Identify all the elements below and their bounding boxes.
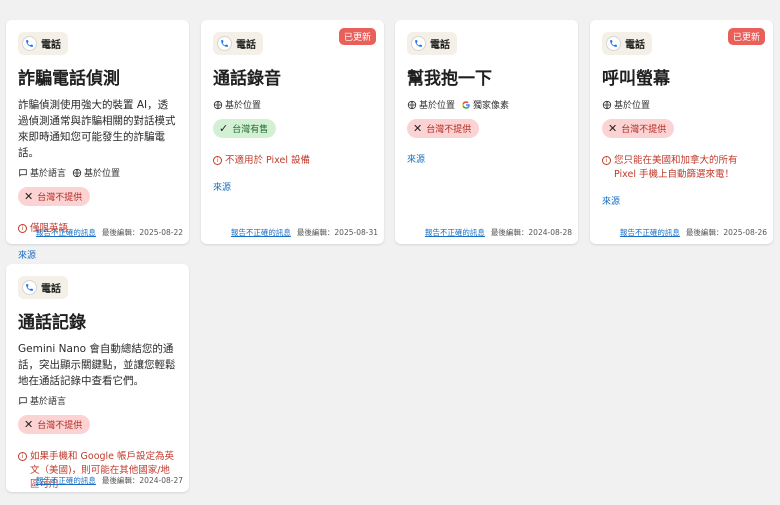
phone-app-icon [607,37,620,50]
card-description: 詐騙偵測使用強大的裝置 AI，透過偵測通常與詐騙相關的對話模式來即時通知您可能發… [18,99,176,159]
last-edited: 最後編輯：2024-08-27 [101,476,183,485]
x-icon: ✕ [608,121,618,135]
tag-pixel-exclusive: 獨家像素 [461,98,509,111]
google-g-icon [462,100,470,109]
x-icon: ✕ [413,121,423,135]
feature-card-call-screen: 已更新 電話 呼叫螢幕 基於位置 ✕ 台灣不提供 i 您只能在美國和加拿大的所有 P… [590,20,773,244]
last-edited: 最後編輯：2025-08-22 [101,228,183,237]
last-edited: 最後編輯：2025-08-26 [685,228,767,237]
x-icon: ✕ [24,417,34,431]
tag-location: 基於位置 [602,98,650,111]
report-link[interactable]: 報告不正確的訊息 [231,228,291,237]
app-chip: 電話 [18,276,68,299]
card-tags: 基於位置 獨家像素 [407,98,566,111]
availability-badge: ✕ 台灣不提供 [602,119,675,138]
card-title: 詐騙電話偵測 [18,69,120,89]
source-link[interactable]: 來源 [213,180,372,193]
app-chip: 電話 [602,32,652,55]
card-title: 呼叫螢幕 [602,69,670,89]
phone-app-icon [23,281,36,294]
card-tags: 基於語言 [18,394,177,407]
tag-language: 基於語言 [18,166,66,179]
card-title: 通話記錄 [18,313,86,333]
last-edited: 最後編輯：2025-08-31 [296,228,378,237]
report-link[interactable]: 報告不正確的訊息 [36,476,96,485]
globe-icon [602,100,612,109]
card-footer: 報告不正確的訊息 最後編輯：2025-08-31 [231,227,378,238]
card-title: 幫我抱一下 [407,69,492,89]
feature-card-call-notes: 電話 通話記錄 Gemini Nano 會自動總結您的通話，突出顯示關鍵點，並讓… [6,264,189,492]
report-link[interactable]: 報告不正確的訊息 [425,228,485,237]
app-chip-label: 電話 [41,40,61,51]
source-link[interactable]: 來源 [602,194,761,207]
phone-app-icon [218,37,231,50]
card-footer: 報告不正確的訊息 最後編輯：2025-08-22 [36,227,183,238]
tag-location: 基於位置 [213,98,261,111]
app-chip-label: 電話 [41,284,61,295]
source-link[interactable]: 來源 [18,248,177,261]
availability-badge: ✕ 台灣不提供 [18,415,91,434]
globe-icon [213,100,223,109]
info-icon: i [18,224,27,233]
source-link[interactable]: 來源 [407,152,566,165]
card-tags: 基於語言 基於位置 [18,166,177,179]
check-icon: ✓ [219,121,229,135]
card-note: i 您只能在美國和加拿大的所有 Pixel 手機上自動篩選來電！ [602,154,761,182]
availability-badge: ✕ 台灣不提供 [407,119,480,138]
last-edited: 最後編輯：2024-08-28 [490,228,572,237]
card-footer: 報告不正確的訊息 最後編輯：2024-08-28 [425,227,572,238]
card-description: Gemini Nano 會自動總結您的通話，突出顯示關鍵點，並讓您輕鬆地在通話記… [18,343,176,387]
speech-bubble-icon [19,168,27,177]
phone-app-icon [412,37,425,50]
feature-card-call-recording: 已更新 電話 通話錄音 基於位置 ✓ 台灣有售 i 不適用於 Pixel 設備 來源… [201,20,384,244]
speech-bubble-icon [19,396,27,405]
tag-location: 基於位置 [407,98,455,111]
availability-badge: ✓ 台灣有售 [213,119,277,138]
x-icon: ✕ [24,189,34,203]
info-icon: i [602,156,611,165]
tag-language: 基於語言 [18,394,66,407]
app-chip: 電話 [18,32,68,55]
globe-icon [72,168,82,177]
card-footer: 報告不正確的訊息 最後編輯：2024-08-27 [36,475,183,486]
info-icon: i [18,452,27,461]
app-chip-label: 電話 [236,40,256,51]
card-tags: 基於位置 [213,98,372,111]
app-chip-label: 電話 [430,40,450,51]
app-chip-label: 電話 [625,40,645,51]
app-chip: 電話 [407,32,457,55]
app-chip: 電話 [213,32,263,55]
updated-badge: 已更新 [727,28,765,45]
report-link[interactable]: 報告不正確的訊息 [36,228,96,237]
phone-app-icon [23,37,36,50]
report-link[interactable]: 報告不正確的訊息 [620,228,680,237]
feature-card-scam-detection: 電話 詐騙電話偵測 詐騙偵測使用強大的裝置 AI，透過偵測通常與詐騙相關的對話模… [6,20,189,261]
card-tags: 基於位置 [602,98,761,111]
globe-icon [407,100,417,109]
tag-location: 基於位置 [72,166,120,179]
card-note: i 不適用於 Pixel 設備 [213,154,372,168]
feature-card-hold-for-me: 電話 幫我抱一下 基於位置 獨家像素 ✕ 台灣不提供 來源 報告不正確的訊息 最後編… [395,20,578,244]
card-title: 通話錄音 [213,69,281,89]
updated-badge: 已更新 [338,28,376,45]
info-icon: i [213,156,222,165]
card-footer: 報告不正確的訊息 最後編輯：2025-08-26 [620,227,767,238]
availability-badge: ✕ 台灣不提供 [18,187,91,206]
